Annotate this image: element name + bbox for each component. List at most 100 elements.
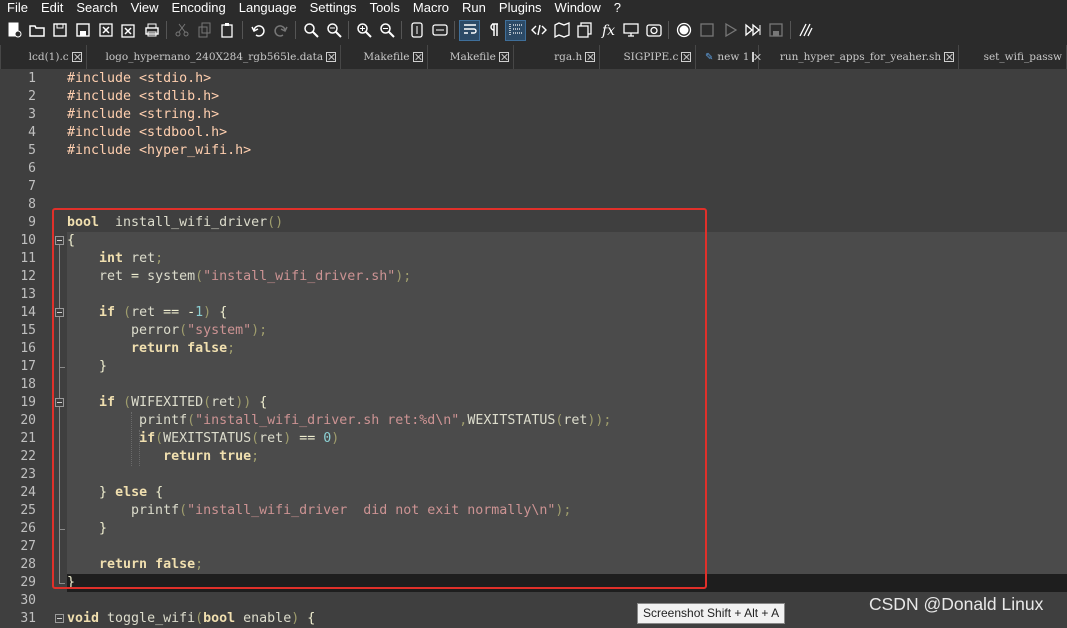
fold-toggle-icon[interactable] <box>55 398 64 407</box>
open-file-icon[interactable] <box>27 21 46 40</box>
monitor-icon[interactable] <box>621 21 640 40</box>
menu-item-language[interactable]: Language <box>232 0 303 16</box>
code-line: #include <stdbool.h> <box>67 124 227 142</box>
code-editor[interactable]: 1 2 3 4 5 6 7 8 9 10 11 12 13 14 15 16 17 18 19 20 21 22 23 24 2… <box>0 70 1067 626</box>
save-macro-icon[interactable] <box>766 21 785 40</box>
tab-run-hyper-apps-for-yeaher-sh[interactable]: run_hyper_apps_for_yeaher.sh <box>759 45 960 69</box>
tab-makefile[interactable]: Makefile <box>427 45 514 69</box>
copy-icon[interactable] <box>195 21 214 40</box>
tab-logo-hypernano-240x284-rgb565le-data[interactable]: logo_hypernano_240X284_rgb565le.data <box>86 45 342 69</box>
stop-macro-icon[interactable] <box>697 21 716 40</box>
fold-toggle-icon[interactable] <box>55 308 64 317</box>
fold-toggle-icon[interactable] <box>55 236 64 245</box>
code-line: void toggle_wifi(bool enable) { <box>67 610 315 628</box>
screenshot-icon[interactable] <box>644 21 663 40</box>
line-number: 8 <box>28 197 36 212</box>
tab-new-1[interactable]: ✎ new 1 <box>696 45 760 69</box>
code-token: perror <box>67 323 180 338</box>
close-tab-icon[interactable] <box>326 52 337 62</box>
save-all-icon[interactable] <box>73 21 92 40</box>
menu-item-file[interactable]: File <box>0 0 34 16</box>
zoom-out-icon[interactable] <box>377 21 396 40</box>
close-tab-icon[interactable] <box>944 52 955 62</box>
save-icon[interactable] <box>50 21 69 40</box>
toolbar-separator <box>295 21 296 39</box>
fold-margin <box>53 70 67 623</box>
code-token: == <box>299 431 316 446</box>
menu-item-settings[interactable]: Settings <box>303 0 363 16</box>
language-xml-icon[interactable] <box>529 21 548 40</box>
code-token: } <box>99 359 108 374</box>
close-icon[interactable] <box>96 21 115 40</box>
line-number: 19 <box>20 395 36 410</box>
code-line: if(WEXITSTATUS(ret) == 0) <box>67 430 339 448</box>
close-tab-icon[interactable] <box>412 52 423 62</box>
word-wrap-icon[interactable] <box>459 19 480 41</box>
menu-item-encoding[interactable]: Encoding <box>165 0 232 16</box>
fold-line <box>59 245 60 583</box>
function-list-icon[interactable]: fx <box>598 21 617 40</box>
close-tab-icon[interactable] <box>498 52 509 62</box>
tab-sigpipe-c[interactable]: SIGPIPE.c <box>600 45 697 69</box>
replace-icon[interactable] <box>324 21 343 40</box>
indent-guide-icon[interactable] <box>505 19 526 41</box>
menu-item-window[interactable]: Window <box>548 0 607 16</box>
show-all-characters-icon[interactable] <box>483 21 502 40</box>
tab-makefile[interactable]: Makefile <box>341 45 428 69</box>
code-token: install_wifi_driver <box>99 215 268 230</box>
cut-icon[interactable] <box>172 21 191 40</box>
new-file-icon[interactable] <box>4 21 23 40</box>
line-number: 15 <box>20 323 36 338</box>
code-token: ( <box>187 413 196 428</box>
find-icon[interactable] <box>301 21 320 40</box>
menu-item-search[interactable]: Search <box>69 0 123 16</box>
line-number: 12 <box>20 269 36 284</box>
print-icon[interactable] <box>142 21 161 40</box>
document-map-icon[interactable] <box>552 21 571 40</box>
code-token: ( <box>179 503 188 518</box>
code-token: ret <box>211 395 236 410</box>
redo-icon[interactable] <box>271 21 290 40</box>
spell-check-icon[interactable] <box>796 21 815 40</box>
menu-item-view[interactable]: View <box>124 0 165 16</box>
record-macro-icon[interactable] <box>674 21 693 40</box>
close-tab-icon[interactable] <box>71 52 82 62</box>
code-token: () <box>267 215 284 230</box>
close-tab-icon[interactable] <box>752 52 755 62</box>
menu-item-run[interactable]: Run <box>455 0 492 16</box>
tab-lcd-1-c[interactable]: lcd(1).c <box>0 45 87 69</box>
play-macro-icon[interactable] <box>720 21 739 40</box>
tab-rga-h[interactable]: rga.h <box>513 45 601 69</box>
tab-set-wifi-passw[interactable]: set_wifi_passw <box>959 45 1067 69</box>
zoom-in-icon[interactable] <box>354 21 373 40</box>
menu-item-help[interactable]: ? <box>607 0 627 16</box>
code-token: WEXITSTATUS <box>467 413 556 428</box>
line-number: 26 <box>20 521 36 536</box>
paste-icon[interactable] <box>218 21 237 40</box>
menu-item-plugins[interactable]: Plugins <box>492 0 548 16</box>
sync-horizontal-icon[interactable] <box>430 21 449 40</box>
document-list-icon[interactable] <box>575 21 594 40</box>
run-macro-multiple-icon[interactable] <box>743 21 762 40</box>
close-tab-icon[interactable] <box>681 52 692 62</box>
code-token: #include <stdio.h> <box>67 71 212 86</box>
fold-toggle-icon[interactable] <box>55 614 64 623</box>
undo-icon[interactable] <box>248 21 267 40</box>
code-token: )) <box>235 395 252 410</box>
code-token: printf <box>67 503 180 518</box>
sync-vertical-icon[interactable] <box>407 21 426 40</box>
menu-item-tools[interactable]: Tools <box>363 0 406 16</box>
code-token: printf <box>67 413 188 428</box>
toolbar-separator <box>790 21 791 39</box>
menu-item-edit[interactable]: Edit <box>34 0 69 16</box>
close-tab-icon[interactable] <box>585 52 596 62</box>
line-number: 13 <box>20 287 36 302</box>
line-number: 1 <box>28 71 36 86</box>
line-number: 25 <box>20 503 36 518</box>
close-all-icon[interactable] <box>119 21 138 40</box>
menu-item-macro[interactable]: Macro <box>406 0 455 16</box>
